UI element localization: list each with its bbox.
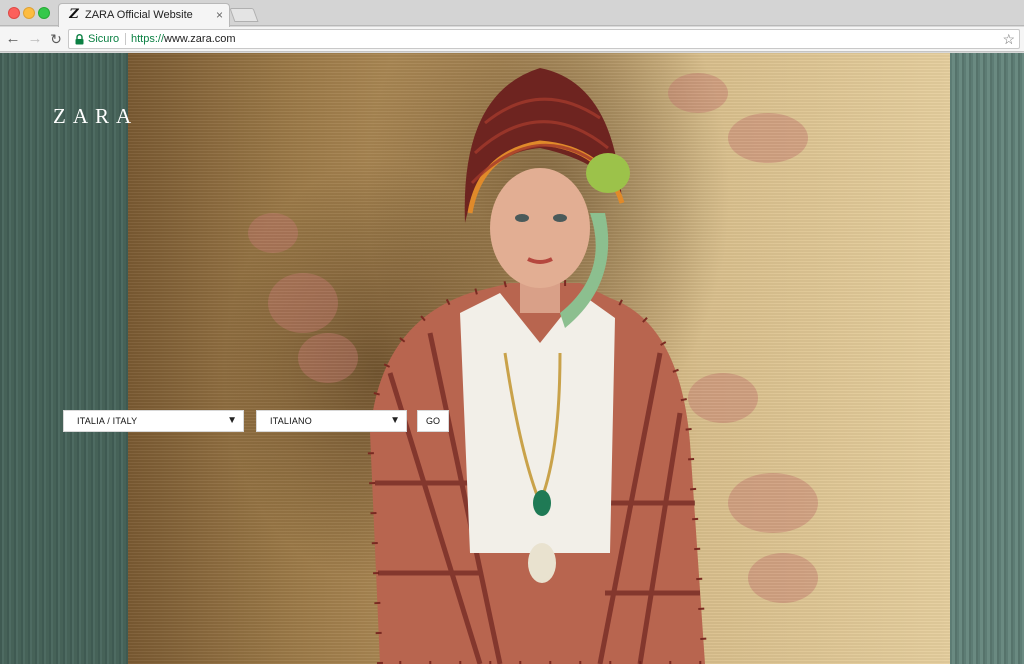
chevron-down-icon: ▼ [390, 415, 400, 426]
model-photo-image [366, 68, 709, 664]
tab-title: ZARA Official Website [85, 9, 193, 21]
country-select-value: ITALIA / ITALY [77, 416, 138, 426]
chevron-down-icon: ▼ [227, 415, 237, 426]
star-icon[interactable]: ☆ [1002, 31, 1015, 47]
minimize-window-button[interactable] [23, 7, 35, 19]
address-bar[interactable]: Sicuro https://www.zara.com ☆ [68, 29, 1020, 49]
page-viewport: ZARA ITALIA / ITALY ▼ ITALIANO ▼ GO [0, 53, 1024, 664]
zara-logo[interactable]: ZARA [53, 105, 138, 127]
forward-arrow-icon[interactable]: → [26, 30, 44, 48]
secure-label: Sicuro [88, 33, 120, 45]
language-select-value: ITALIANO [270, 416, 312, 426]
browser-tab-active[interactable]: Z ZARA Official Website × [58, 3, 230, 27]
new-tab-button[interactable] [229, 8, 259, 22]
language-select[interactable]: ITALIANO ▼ [256, 410, 407, 432]
background-wall-right [950, 53, 1024, 664]
browser-toolbar: ← → ↻ Sicuro https://www.zara.com ☆ [0, 27, 1024, 52]
back-arrow-icon[interactable]: ← [4, 30, 22, 48]
browser-tab-strip: Z ZARA Official Website × [0, 0, 1024, 27]
country-select[interactable]: ITALIA / ITALY ▼ [63, 410, 244, 432]
close-window-button[interactable] [8, 7, 20, 19]
omnibox-divider [125, 33, 126, 45]
url-scheme: https:// [131, 33, 165, 45]
lock-icon [75, 34, 84, 45]
zara-favicon-icon: Z [69, 7, 79, 22]
go-button[interactable]: GO [417, 410, 449, 432]
url-host: www.zara.com [164, 33, 236, 45]
maximize-window-button[interactable] [38, 7, 50, 19]
reload-icon[interactable]: ↻ [47, 30, 65, 48]
url-text[interactable]: https://www.zara.com [131, 33, 236, 45]
close-icon[interactable]: × [216, 8, 223, 22]
background-wall-left [0, 53, 128, 664]
